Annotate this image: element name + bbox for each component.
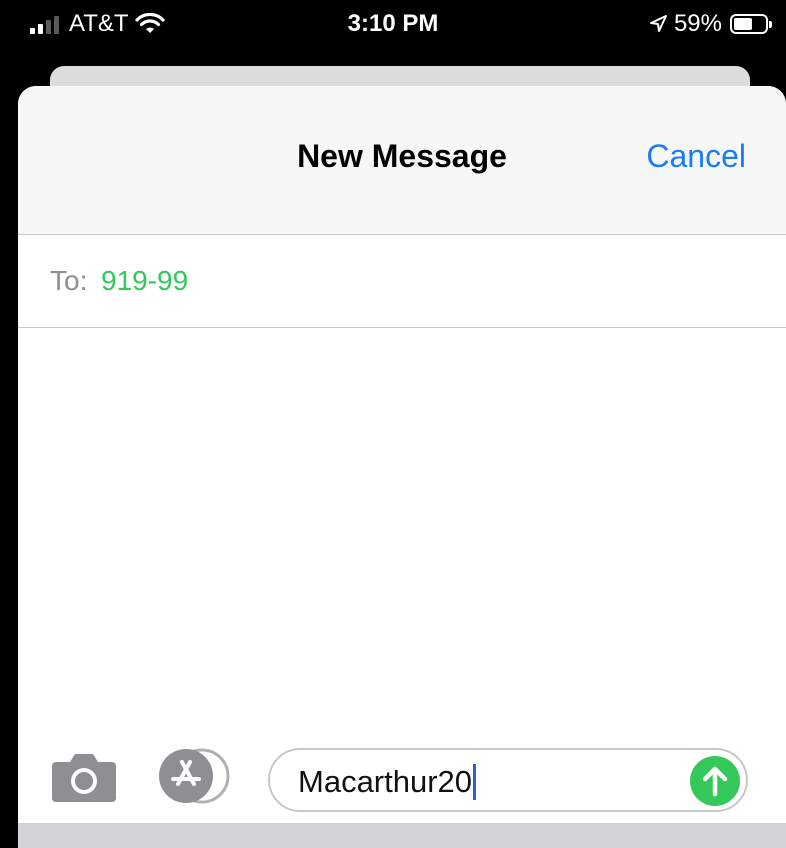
app-store-icon <box>159 748 230 804</box>
camera-button[interactable] <box>52 750 116 802</box>
text-caret <box>473 764 477 800</box>
send-button[interactable] <box>690 756 740 806</box>
location-arrow-icon <box>649 15 667 32</box>
camera-icon <box>52 754 116 802</box>
battery-percent: 59% <box>673 10 722 37</box>
send-arrow-icon <box>690 756 740 806</box>
navigation-bar: New Message Cancel <box>18 86 786 235</box>
recipient-entry[interactable]: 919-99 <box>101 265 188 297</box>
app-store-button[interactable] <box>158 748 232 804</box>
message-text: Macarthur20 <box>298 764 473 799</box>
keyboard-top-edge <box>18 823 786 848</box>
to-field-row[interactable]: To: 919-99 <box>18 235 786 328</box>
battery-icon <box>730 14 772 34</box>
battery-level <box>734 18 752 30</box>
to-label: To: <box>50 265 88 296</box>
status-bar: AT&T 3:10 PM 59% <box>0 0 786 48</box>
new-message-sheet: New Message Cancel To: 919-99 Macarthur2… <box>18 86 786 848</box>
message-input[interactable]: Macarthur20 <box>268 748 748 812</box>
status-bar-right: 59% <box>648 10 772 38</box>
cancel-button[interactable]: Cancel <box>646 138 746 175</box>
message-text-wrapper: Macarthur20 <box>298 764 477 800</box>
battery-cap <box>769 21 772 28</box>
